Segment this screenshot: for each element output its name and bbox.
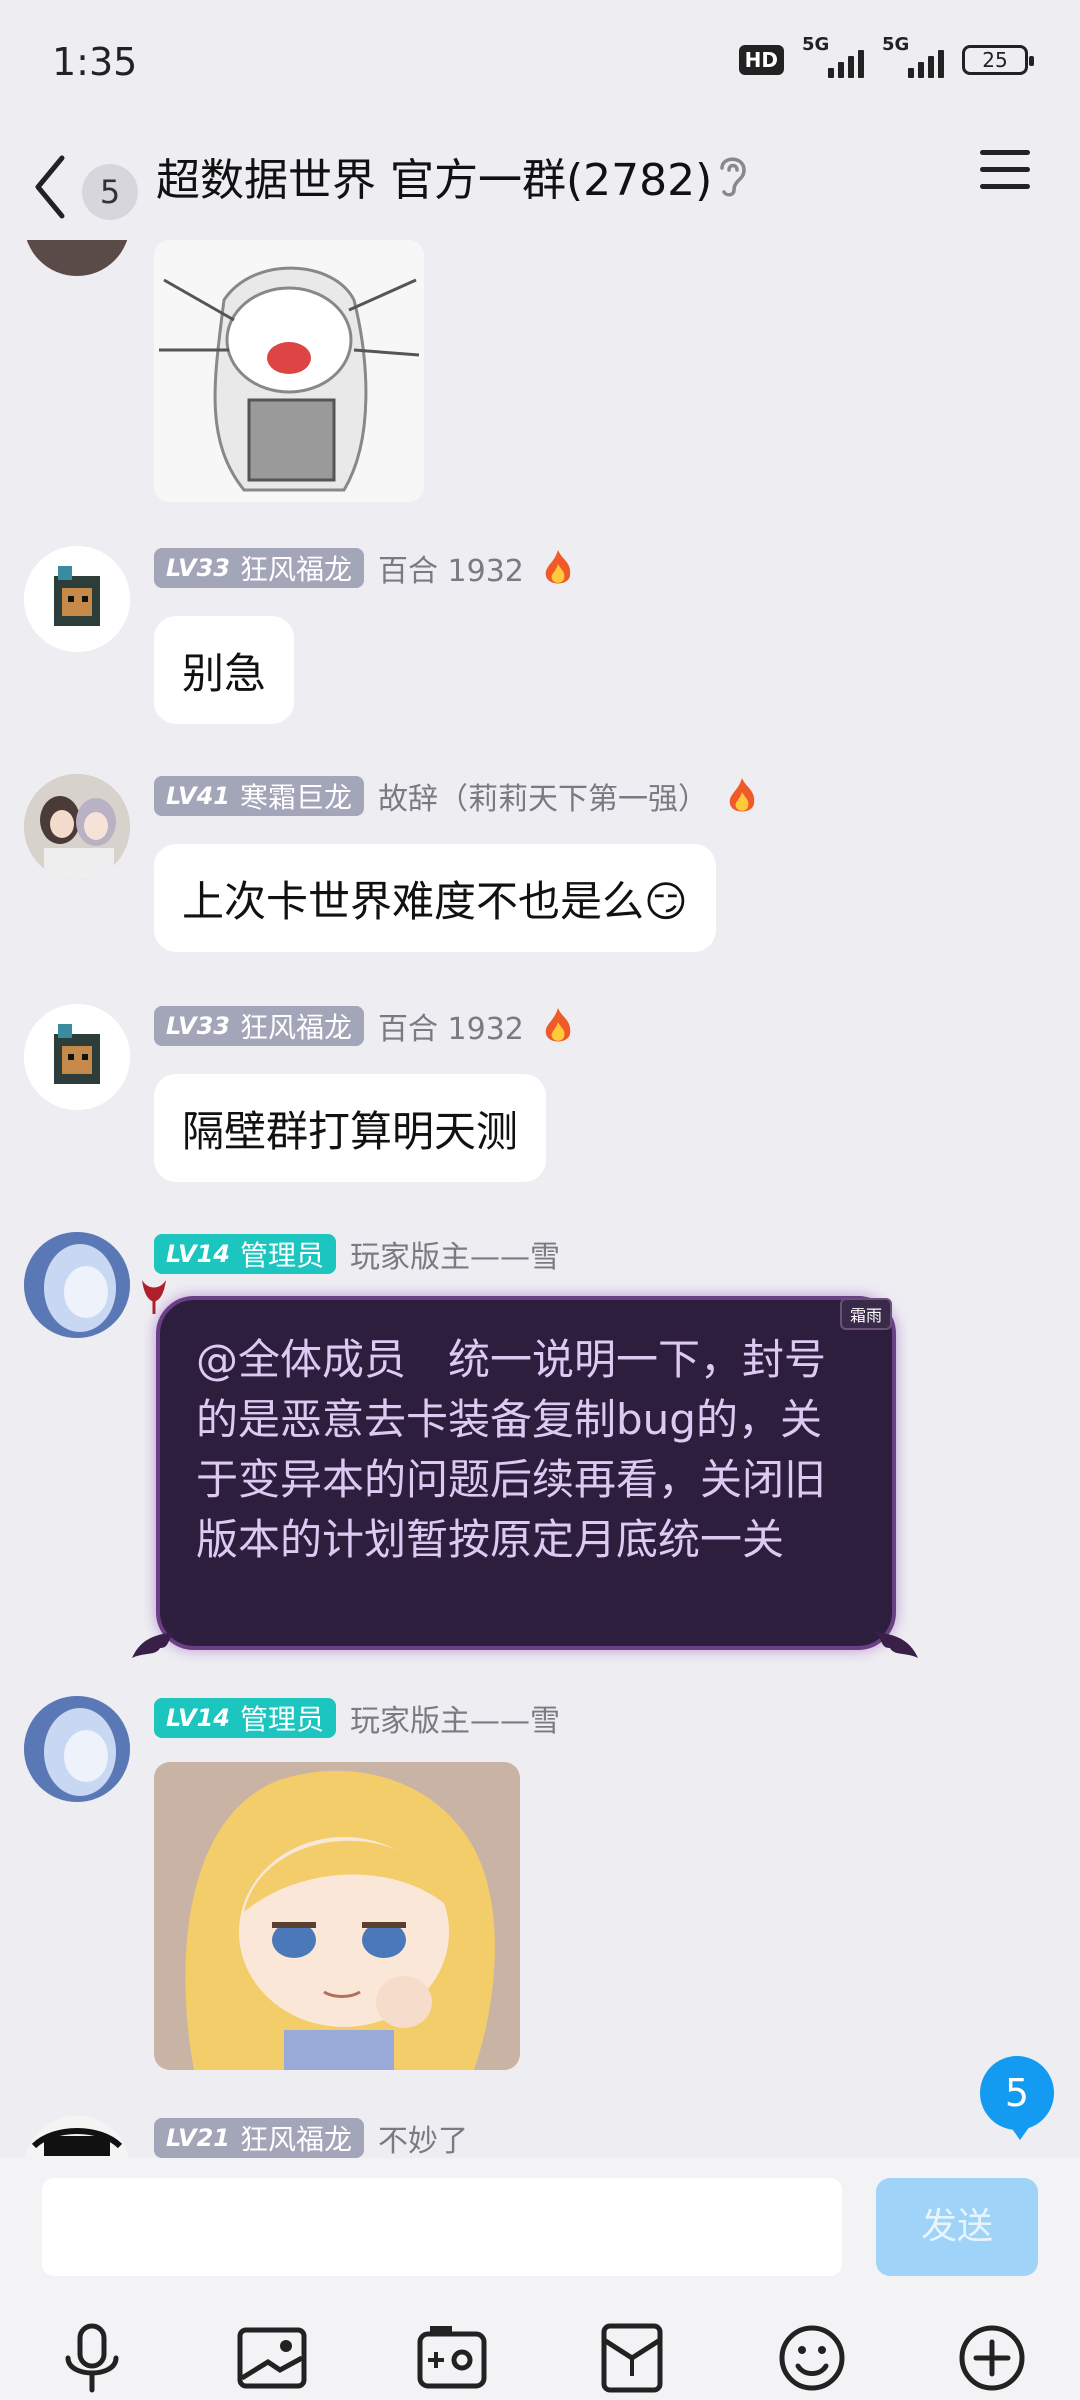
level-badge: LV33 狂风福龙 bbox=[154, 1006, 364, 1046]
avatar[interactable] bbox=[24, 774, 130, 880]
signal-icon-1: 5G bbox=[802, 34, 864, 78]
admin-badge: LV14 管理员 bbox=[154, 1234, 336, 1274]
avatar[interactable] bbox=[24, 1004, 130, 1110]
message-meta: LV33 狂风福龙 百合 1932 bbox=[154, 546, 578, 590]
chat-area[interactable]: LV33 狂风福龙 百合 1932 别急 LV41 寒霜巨龙 故辞（莉莉天下第一强）… bbox=[0, 240, 1080, 2158]
ear-icon[interactable] bbox=[716, 152, 750, 198]
input-bar: 发送 bbox=[0, 2158, 1080, 2400]
sender-nickname[interactable]: 百合 1932 bbox=[378, 546, 524, 590]
signal-icon-2: 5G bbox=[882, 34, 944, 78]
pixel-avatar-image bbox=[24, 546, 130, 652]
emoji-icon[interactable] bbox=[772, 2318, 852, 2398]
message-meta: LV33 狂风福龙 百合 1932 bbox=[154, 1004, 578, 1048]
status-bar: 1:35 HD 5G 5G 25 bbox=[0, 0, 1080, 120]
message-meta: LV41 寒霜巨龙 故辞（莉莉天下第一强） bbox=[154, 774, 762, 818]
admin-badge: LV14 管理员 bbox=[154, 1698, 336, 1738]
sender-nickname[interactable]: 百合 1932 bbox=[378, 1004, 524, 1048]
camera-icon[interactable] bbox=[412, 2318, 492, 2398]
avatar[interactable] bbox=[24, 1232, 130, 1338]
sticker-girl-image bbox=[154, 240, 424, 502]
anime-avatar-image bbox=[24, 1232, 130, 1338]
menu-button[interactable] bbox=[980, 150, 1030, 200]
fire-icon bbox=[545, 1008, 571, 1042]
pixel-avatar-image bbox=[24, 1004, 130, 1110]
bubble-tag: 霜雨 bbox=[840, 1298, 893, 1330]
message-bubble-special[interactable]: @全体成员 统一说明一下，封号的是恶意去卡装备复制bug的，关于变异本的问题后续… bbox=[156, 1296, 896, 1650]
unread-count-badge: 5 bbox=[82, 164, 138, 220]
clock: 1:35 bbox=[52, 40, 138, 84]
fire-icon bbox=[729, 778, 755, 812]
sticker-blonde-girl-image bbox=[154, 1762, 520, 2070]
bat-wing-icon bbox=[874, 1632, 918, 1658]
level-badge: LV41 寒霜巨龙 bbox=[154, 776, 364, 816]
avatar[interactable] bbox=[24, 240, 130, 276]
message-meta: LV14 管理员 玩家版主——雪 bbox=[154, 1232, 560, 1276]
message-meta: LV21 狂风福龙 不妙了 bbox=[154, 2116, 468, 2158]
status-icons: HD 5G 5G 25 bbox=[738, 34, 1034, 78]
sticker-image[interactable] bbox=[154, 1762, 520, 2070]
message-meta: LV14 管理员 玩家版主——雪 bbox=[154, 1696, 560, 1740]
battery-icon: 25 bbox=[962, 45, 1034, 75]
message-bubble[interactable]: 上次卡世界难度不也是么😏 bbox=[154, 844, 716, 952]
plus-icon[interactable] bbox=[952, 2318, 1032, 2398]
message-bubble[interactable]: 隔壁群打算明天测 bbox=[154, 1074, 547, 1182]
fire-icon bbox=[545, 550, 571, 584]
level-badge: LV21 狂风福龙 bbox=[154, 2118, 364, 2158]
chevron-left-icon bbox=[35, 155, 65, 219]
new-messages-badge[interactable]: 5 bbox=[980, 2056, 1054, 2140]
sender-nickname[interactable]: 玩家版主——雪 bbox=[350, 1232, 560, 1276]
anime-avatar-image bbox=[24, 1696, 130, 1802]
hd-icon: HD bbox=[738, 45, 784, 75]
input-toolbar bbox=[0, 2318, 1080, 2398]
mic-icon[interactable] bbox=[52, 2318, 132, 2398]
anime-avatar-image bbox=[24, 774, 130, 880]
level-badge: LV33 狂风福龙 bbox=[154, 548, 364, 588]
chat-title[interactable]: 超数据世界 官方一群(2782) bbox=[156, 144, 712, 208]
avatar[interactable] bbox=[24, 546, 130, 652]
message-input[interactable] bbox=[42, 2178, 842, 2276]
sticker-image[interactable] bbox=[154, 240, 424, 502]
send-button[interactable]: 发送 bbox=[876, 2178, 1038, 2276]
text-avatar-image bbox=[24, 2116, 130, 2158]
chat-header: 5 超数据世界 官方一群(2782) bbox=[0, 120, 1080, 240]
avatar[interactable] bbox=[24, 2116, 130, 2158]
sender-nickname[interactable]: 玩家版主——雪 bbox=[350, 1696, 560, 1740]
sender-nickname[interactable]: 不妙了 bbox=[378, 2116, 468, 2158]
sender-nickname[interactable]: 故辞（莉莉天下第一强） bbox=[378, 774, 708, 818]
message-bubble[interactable]: 别急 bbox=[154, 616, 295, 724]
red-packet-icon[interactable] bbox=[592, 2318, 672, 2398]
image-icon[interactable] bbox=[232, 2318, 312, 2398]
avatar[interactable] bbox=[24, 1696, 130, 1802]
bat-wing-icon bbox=[132, 1632, 176, 1658]
